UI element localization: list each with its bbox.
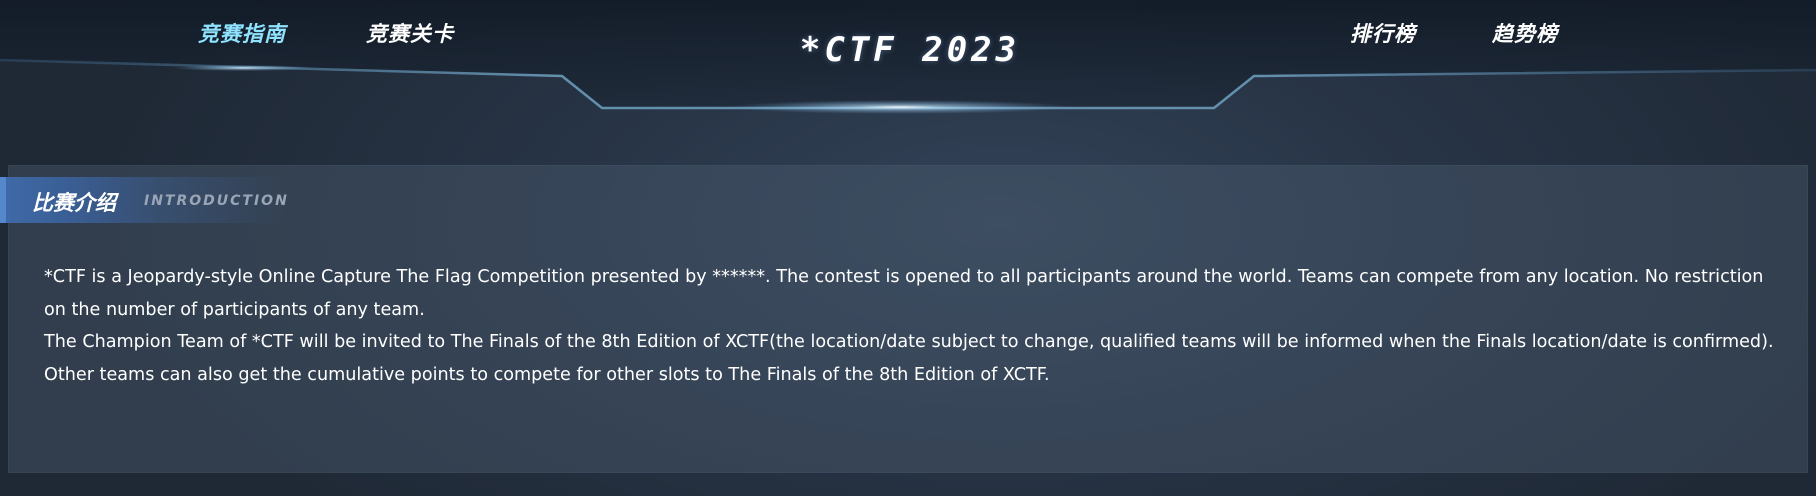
intro-panel-subtitle: INTRODUCTION bbox=[144, 193, 289, 209]
top-header: 竞赛指南 竞赛关卡 *CTF 2023 排行榜 趋势榜 bbox=[0, 0, 1816, 120]
nav-competition-challenges[interactable]: 竞赛关卡 bbox=[366, 16, 454, 52]
intro-paragraph: *CTF is a Jeopardy-style Online Capture … bbox=[44, 267, 1764, 320]
nav-competition-guide[interactable]: 竞赛指南 bbox=[198, 16, 286, 52]
intro-panel-title: 比赛介绍 bbox=[32, 191, 116, 215]
intro-panel-body: *CTF is a Jeopardy-style Online Capture … bbox=[44, 261, 1784, 391]
nav-trend-board[interactable]: 趋势榜 bbox=[1492, 16, 1558, 52]
site-title: *CTF 2023 bbox=[799, 30, 1021, 70]
intro-paragraph: Other teams can also get the cumulative … bbox=[44, 364, 1050, 385]
nav-leaderboard[interactable]: 排行榜 bbox=[1350, 16, 1416, 52]
intro-paragraph: The Champion Team of *CTF will be invite… bbox=[44, 332, 1774, 352]
intro-panel: 比赛介绍 INTRODUCTION *CTF is a Jeopardy-sty… bbox=[0, 165, 1808, 473]
